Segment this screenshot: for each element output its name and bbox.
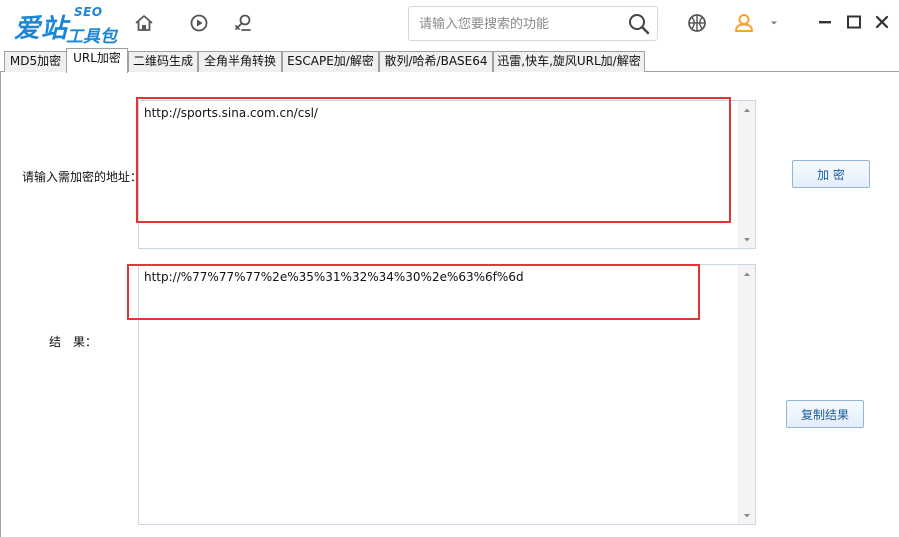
home-icon [135,15,153,31]
tab-hash-base64[interactable]: 散列/哈希/BASE64 [379,51,493,72]
tab-thunder-url[interactable]: 迅雷,快车,旋风URL加/解密 [493,51,645,72]
search-box [408,6,658,41]
input-url-textarea[interactable]: http://sports.sina.com.cn/csl/ [139,101,739,248]
input-url-label: 请输入需加密的地址： [22,170,143,184]
basketball-button[interactable] [683,9,711,37]
search-input[interactable] [419,15,624,33]
input-scrollbar[interactable] [738,101,755,248]
user-menu-dropdown[interactable] [764,9,784,37]
scroll-up-button[interactable] [739,265,755,282]
input-url-container: http://sports.sina.com.cn/csl/ [138,100,756,249]
scroll-down-button[interactable] [739,231,755,248]
result-container: http://%77%77%77%2e%35%31%32%34%30%2e%63… [138,264,756,525]
title-bar: 爱站 工具包 SEO [0,0,899,47]
maximize-icon [847,15,861,29]
tab-bar: MD5加密 URL加密 二维码生成 全角半角转换 ESCAPE加/解密 散列/哈… [0,47,899,73]
chevron-down-icon [744,237,750,241]
result-textarea[interactable]: http://%77%77%77%2e%35%31%32%34%30%2e%63… [139,265,739,524]
user-avatar-icon [735,14,753,32]
tab-fullwidth-halfwidth[interactable]: 全角半角转换 [198,51,282,72]
logo-sub-text: 工具包 [66,27,117,47]
basketball-icon [688,14,706,32]
app-window: 爱站 工具包 SEO 请输入您要搜索的功能 MD5加密 URL加密 二维码生成 … [0,0,899,537]
user-avatar-button[interactable] [730,9,758,37]
logo-main-text: 爱站 [14,14,69,44]
tab-url-encrypt[interactable]: URL加密 [66,48,128,73]
chevron-up-icon [744,272,750,276]
tab-md5[interactable]: MD5加密 [4,51,67,72]
tab-escape[interactable]: ESCAPE加/解密 [282,51,379,72]
tab-qrcode[interactable]: 二维码生成 [128,51,198,72]
chevron-down-icon [744,513,750,517]
encrypt-button[interactable]: 加 密 [792,160,870,188]
result-label: 结 果： [49,335,98,349]
play-icon [190,14,208,32]
scroll-down-button[interactable] [739,507,755,524]
plugin-icon [235,14,251,31]
url-encrypt-panel: 请输入需加密的地址： http://sports.sina.com.cn/csl… [0,72,899,537]
close-icon [875,15,889,29]
home-button[interactable] [130,9,158,37]
chevron-up-icon [744,108,750,112]
minimize-button[interactable] [815,12,835,32]
search-icon[interactable] [627,12,651,36]
scroll-up-button[interactable] [739,101,755,118]
plugin-button[interactable] [229,9,257,37]
logo-seo-text: SEO [74,5,103,19]
minimize-icon [819,21,831,24]
maximize-button[interactable] [844,12,864,32]
close-button[interactable] [872,12,892,32]
chevron-down-icon [771,21,777,25]
copy-result-button[interactable]: 复制结果 [786,400,864,428]
result-scrollbar[interactable] [738,265,755,524]
play-button[interactable] [185,9,213,37]
app-logo: 爱站 工具包 SEO [14,5,118,47]
